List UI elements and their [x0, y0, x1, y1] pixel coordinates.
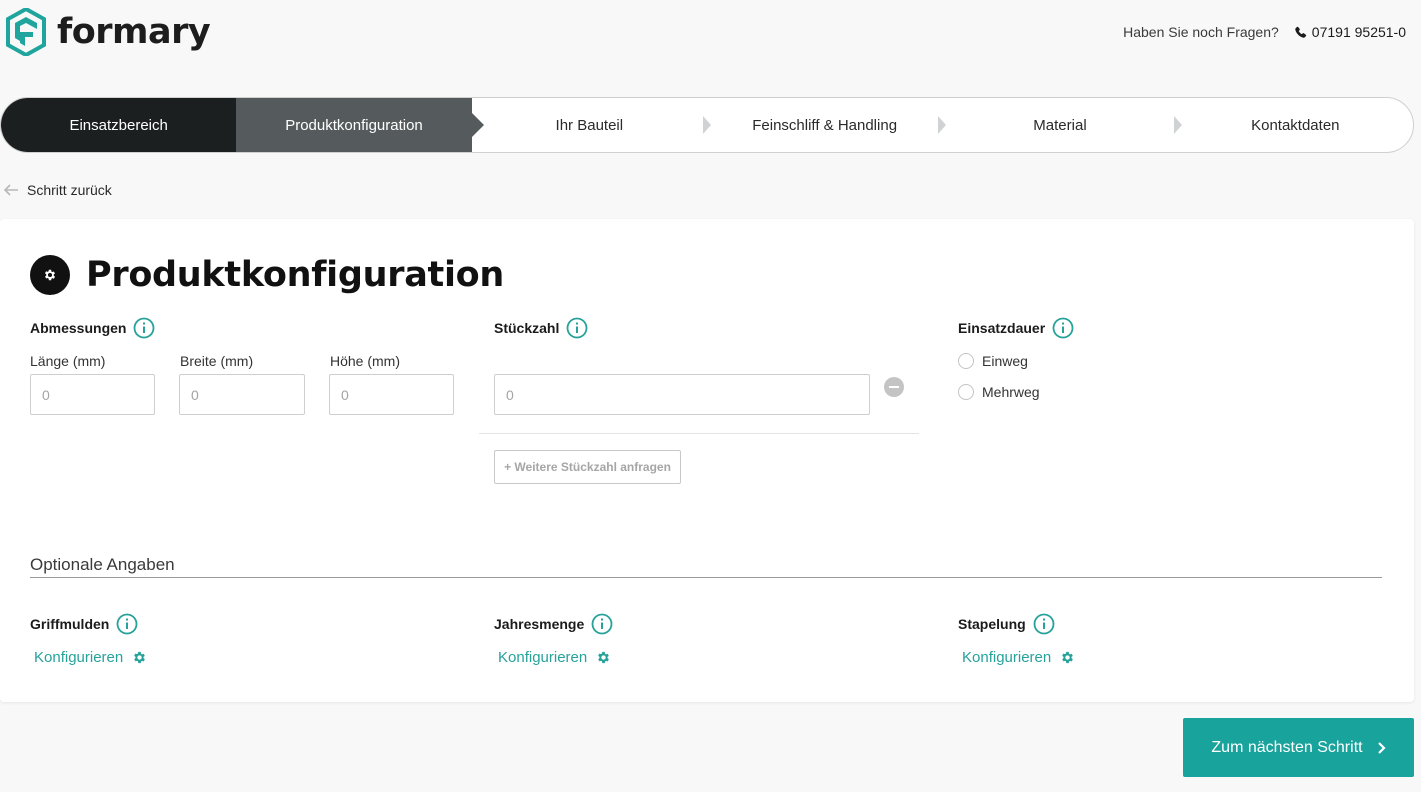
info-icon[interactable] [1033, 613, 1055, 635]
griffmulden-label: Griffmulden [30, 616, 110, 632]
jahresmenge-label: Jahresmenge [494, 616, 585, 632]
configure-label: Konfigurieren [34, 649, 124, 666]
griffmulden-label-row: Griffmulden [30, 613, 138, 635]
duration-label-row: Einsatzdauer [958, 317, 1074, 339]
optional-section-title: Optionale Angaben [30, 555, 175, 574]
info-icon[interactable] [116, 613, 138, 635]
page-header: Produktkonfiguration [30, 255, 504, 295]
step-kontaktdaten[interactable]: Kontaktdaten [1178, 98, 1413, 152]
info-icon[interactable] [1052, 317, 1074, 339]
divider [479, 433, 919, 434]
length-input[interactable] [30, 374, 155, 415]
stapelung-configure-link[interactable]: Konfigurieren [962, 649, 1075, 666]
info-icon[interactable] [566, 317, 588, 339]
width-label: Breite (mm) [180, 353, 254, 369]
quantity-input[interactable] [494, 374, 870, 415]
step-label: Material [1033, 116, 1087, 134]
phone-icon [1294, 26, 1307, 39]
configuration-card: Produktkonfiguration Abmessungen Länge (… [0, 219, 1414, 702]
step-material[interactable]: Material [942, 98, 1182, 152]
divider [30, 577, 1382, 578]
configure-label: Konfigurieren [962, 649, 1052, 666]
griffmulden-configure-link[interactable]: Konfigurieren [34, 649, 147, 666]
radio-circle[interactable] [958, 353, 974, 369]
height-label: Höhe (mm) [330, 353, 401, 369]
quantity-label: Stückzahl [494, 320, 560, 336]
remove-quantity-icon[interactable] [884, 377, 904, 397]
gear-icon [1062, 651, 1074, 664]
arrow-left-icon [4, 184, 18, 196]
radio-einweg[interactable]: Einweg [958, 353, 1028, 369]
back-link[interactable]: Schritt zurück [4, 182, 112, 198]
radio-mehrweg[interactable]: Mehrweg [958, 384, 1040, 400]
configure-label: Konfigurieren [498, 649, 588, 666]
gear-icon [134, 651, 146, 664]
page-title: Produktkonfiguration [86, 255, 504, 295]
radio-label: Mehrweg [982, 384, 1040, 400]
formary-logo-icon [6, 8, 46, 56]
gear-icon [598, 651, 610, 664]
duration-label: Einsatzdauer [958, 320, 1046, 336]
chevron-right-icon [1377, 741, 1386, 754]
contact-info: Haben Sie noch Fragen? 07191 95251-0 [1123, 24, 1406, 40]
width-input[interactable] [179, 374, 305, 415]
formary-logo[interactable]: formary [6, 8, 211, 56]
jahresmenge-label-row: Jahresmenge [494, 613, 613, 635]
step-label: Kontaktdaten [1251, 116, 1340, 134]
next-step-label: Zum nächsten Schritt [1211, 738, 1363, 756]
step-produktkonfiguration[interactable]: Produktkonfiguration [236, 98, 485, 152]
dimensions-label-row: Abmessungen [30, 317, 155, 339]
step-feinschliff-handling[interactable]: Feinschliff & Handling [707, 98, 947, 152]
step-label: Einsatzbereich [69, 116, 168, 134]
step-label: Ihr Bauteil [555, 116, 624, 134]
stapelung-label: Stapelung [958, 616, 1026, 632]
stapelung-label-row: Stapelung [958, 613, 1055, 635]
length-label: Länge (mm) [30, 353, 106, 369]
step-progress-bar: Einsatzbereich Produktkonfiguration Ihr … [0, 97, 1414, 153]
gear-icon [30, 255, 70, 295]
contact-phone-link[interactable]: 07191 95251-0 [1312, 24, 1406, 40]
brand-name: formary [57, 11, 211, 52]
radio-label: Einweg [982, 353, 1028, 369]
contact-question: Haben Sie noch Fragen? [1123, 24, 1279, 40]
info-icon[interactable] [591, 613, 613, 635]
height-input[interactable] [329, 374, 454, 415]
back-label: Schritt zurück [27, 182, 112, 198]
add-quantity-button[interactable]: + Weitere Stückzahl anfragen [494, 450, 681, 484]
quantity-label-row: Stückzahl [494, 317, 588, 339]
next-step-button[interactable]: Zum nächsten Schritt [1183, 718, 1414, 777]
step-einsatzbereich[interactable]: Einsatzbereich [1, 98, 237, 152]
step-ihr-bauteil[interactable]: Ihr Bauteil [472, 98, 711, 152]
jahresmenge-configure-link[interactable]: Konfigurieren [498, 649, 611, 666]
info-icon[interactable] [133, 317, 155, 339]
dimensions-label: Abmessungen [30, 320, 127, 336]
step-label: Feinschliff & Handling [752, 116, 898, 134]
step-label: Produktkonfiguration [285, 116, 423, 134]
radio-circle[interactable] [958, 384, 974, 400]
